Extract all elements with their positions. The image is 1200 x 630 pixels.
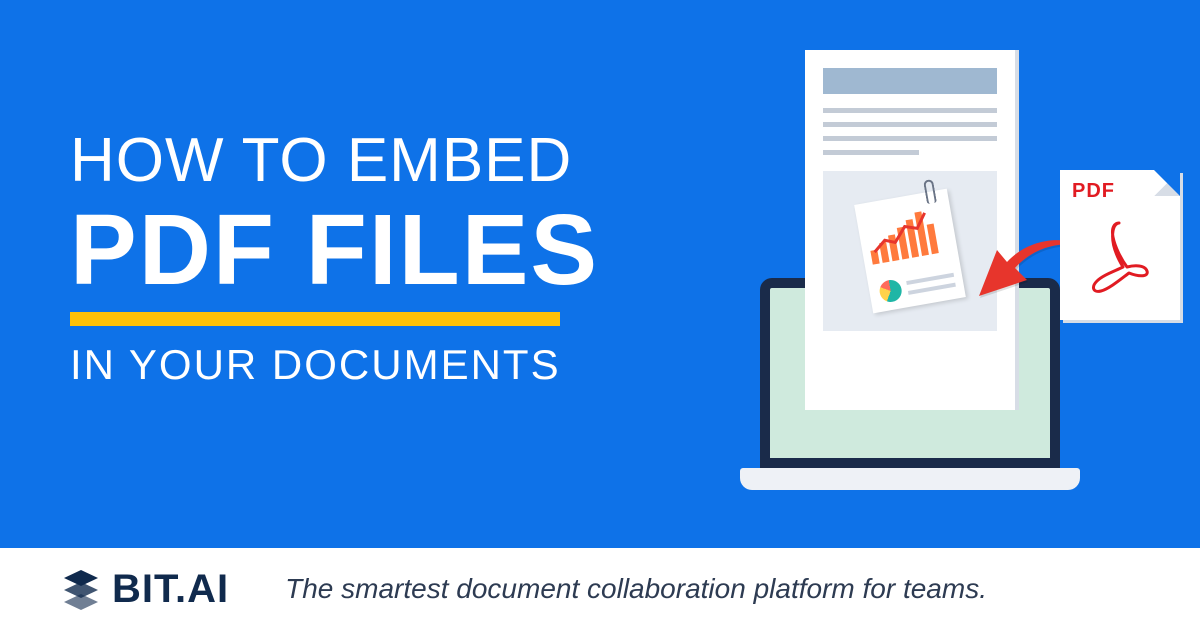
laptop-base-icon — [740, 468, 1080, 490]
document-text-line — [823, 108, 997, 113]
pdf-file-icon: PDF — [1060, 170, 1180, 320]
adobe-pdf-glyph-icon — [1085, 217, 1155, 297]
chart-attachment-icon — [854, 189, 966, 314]
pdf-label: PDF — [1072, 180, 1115, 203]
brand-logo: BIT.AI — [60, 567, 229, 612]
document-header-bar — [823, 68, 997, 94]
headline-line-3: In Your Documents — [70, 344, 599, 386]
brand-name: BIT.AI — [112, 567, 229, 612]
paperclip-icon — [923, 179, 937, 204]
headline-line-1: How to Embed — [70, 130, 599, 192]
note-text-line — [908, 283, 956, 295]
document-text-line — [823, 136, 997, 141]
document-sheet-icon — [805, 50, 1015, 410]
document-text-line — [823, 150, 919, 155]
headline: How to Embed PDF Files In Your Documents — [70, 130, 599, 386]
page-fold-icon — [1154, 170, 1180, 196]
hero-banner: How to Embed PDF Files In Your Documents — [0, 0, 1200, 548]
headline-line-2: PDF Files — [70, 200, 599, 300]
document-text-line — [823, 122, 997, 127]
brand-tagline: The smartest document collaboration plat… — [285, 573, 987, 605]
document-embed-slot — [823, 171, 997, 331]
accent-underline — [70, 312, 560, 326]
footer: BIT.AI The smartest document collaborati… — [0, 548, 1200, 630]
pie-chart-icon — [878, 278, 903, 303]
bit-logo-icon — [60, 568, 102, 610]
hero-illustration: PDF — [680, 50, 1160, 500]
